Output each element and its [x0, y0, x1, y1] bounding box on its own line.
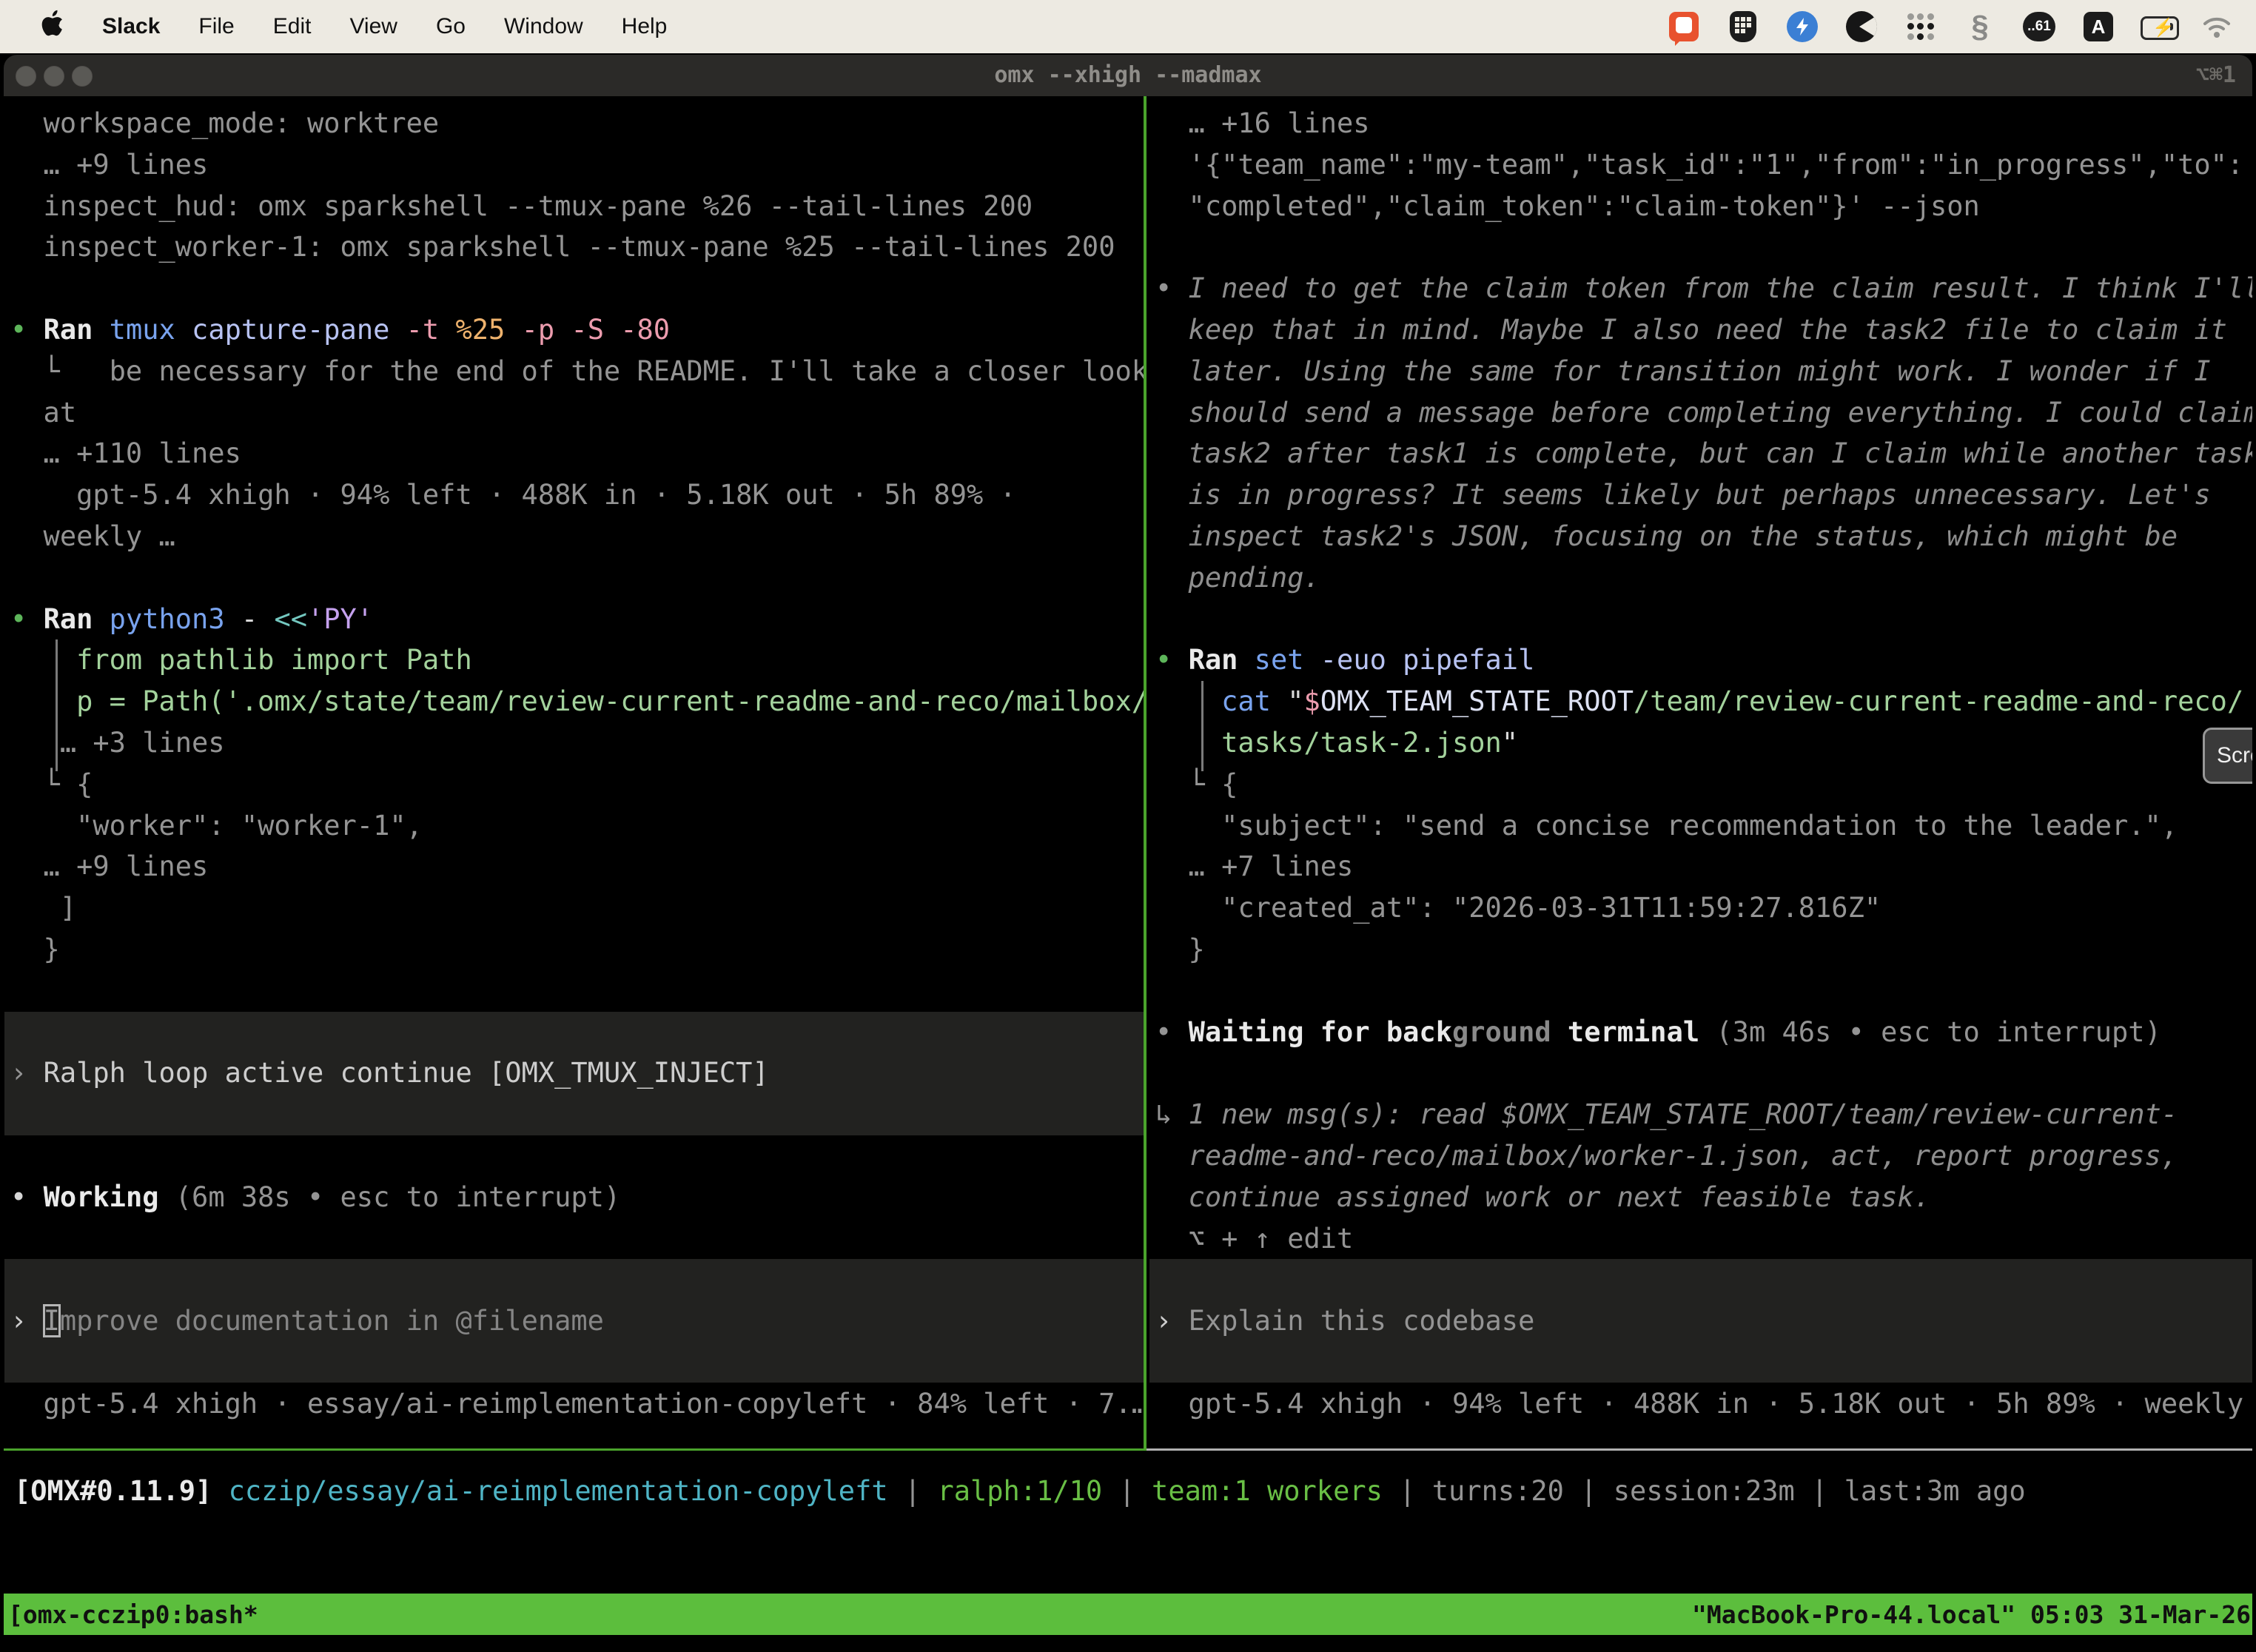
terminal-line: • Ran set -euo pipefail: [1155, 639, 2252, 681]
window-shortcut-badge: ⌥⌘1: [2196, 55, 2236, 96]
terminal-line: • I need to get the claim token from the…: [1155, 268, 2252, 309]
terminal-line: [10, 557, 1144, 599]
terminal-line: pending.: [1155, 557, 2252, 599]
desktop: { "menu_bar": { "items": ["Slack", "File…: [0, 0, 2256, 1652]
terminal-line: task2 after task1 is complete, but can I…: [1155, 433, 2252, 474]
terminal-line: [10, 970, 1144, 1012]
terminal-line: … +9 lines: [10, 144, 1144, 186]
terminal-line: tasks/task-2.json": [1155, 722, 2252, 764]
menu-item-app[interactable]: Slack: [102, 14, 160, 39]
tmux-pane-left[interactable]: workspace_mode: worktree … +9 lines insp…: [4, 103, 1144, 1425]
menu-bar-status-icons: § ..61 A ⚡: [1667, 10, 2256, 44]
pane-bottom-border-left: [4, 1448, 1147, 1451]
omx-status-line: [OMX#0.11.9] cczip/essay/ai-reimplementa…: [14, 1471, 2235, 1512]
terminal-line: • Ran python3 - <<'PY': [10, 599, 1144, 640]
pane-bottom-border-right: [1147, 1448, 2252, 1451]
terminal-line: "subject": "send a concise recommendatio…: [1155, 805, 2252, 847]
terminal-line: ⌥ + ↑ edit: [1155, 1218, 2252, 1260]
terminal-line: … +3 lines: [10, 722, 1144, 764]
tmux-host-clock: "MacBook-Pro-44.local" 05:03 31-Mar-26: [1692, 1600, 2252, 1629]
window-title: omx --xhigh --madmax: [4, 55, 2252, 96]
window-title-bar: omx --xhigh --madmax ⌥⌘1: [4, 55, 2252, 96]
terminal-line: • Ran tmux capture-pane -t %25 -p -S -80: [10, 309, 1144, 351]
terminal-line: is in progress? It seems likely but perh…: [1155, 474, 2252, 516]
app-grid-icon[interactable]: [1904, 10, 1938, 44]
terminal-line: ]: [10, 887, 1144, 929]
terminal-line: [1155, 970, 2252, 1012]
terminal-line: … +9 lines: [10, 846, 1144, 887]
terminal-line: [OMX#0.11.9] cczip/essay/ai-reimplementa…: [14, 1471, 2235, 1512]
terminal-line: … +7 lines: [1155, 846, 2252, 887]
battery-icon[interactable]: ⚡: [2141, 10, 2175, 44]
menu-item-edit[interactable]: Edit: [273, 14, 312, 39]
terminal-line: [10, 1342, 1144, 1383]
terminal-line: from pathlib import Path: [10, 639, 1144, 681]
terminal-line: gpt-5.4 xhigh · 94% left · 488K in · 5.1…: [10, 474, 1144, 516]
terminal-line: }: [1155, 929, 2252, 970]
terminal-line: [1155, 226, 2252, 268]
terminal-window: omx --xhigh --madmax ⌥⌘1 workspace_mode:…: [4, 55, 2252, 1652]
menu-item-help[interactable]: Help: [622, 14, 668, 39]
terminal-line: [10, 1094, 1144, 1135]
terminal-line: readme-and-reco/mailbox/worker-1.json, a…: [1155, 1135, 2252, 1177]
terminal-line: [10, 1135, 1144, 1177]
terminal-line: └ {: [1155, 764, 2252, 805]
terminal-line: [1155, 1052, 2252, 1094]
pane-divider[interactable]: [1144, 96, 1147, 1448]
terminal-line: [1155, 1259, 2252, 1300]
terminal-line: "completed","claim_token":"claim-token"}…: [1155, 186, 2252, 227]
terminal-line: [10, 1259, 1144, 1300]
terminal-line: continue assigned work or next feasible …: [1155, 1177, 2252, 1218]
terminal-line: "worker": "worker-1",: [10, 805, 1144, 847]
terminal-line: [10, 1012, 1144, 1053]
terminal-line: weekly …: [10, 516, 1144, 557]
browser-icon[interactable]: [1844, 10, 1879, 44]
terminal-line: "created_at": "2026-03-31T11:59:27.816Z": [1155, 887, 2252, 929]
terminal-line: › Ralph loop active continue [OMX_TMUX_I…: [10, 1052, 1144, 1094]
terminal-line: '{"team_name":"my-team","task_id":"1","f…: [1155, 144, 2252, 186]
chat-app-icon[interactable]: [1667, 10, 1701, 44]
vpn-squiggle-icon[interactable]: §: [1963, 10, 1997, 44]
terminal-line: later. Using the same for transition mig…: [1155, 351, 2252, 392]
terminal-line: inspect task2's JSON, focusing on the st…: [1155, 516, 2252, 557]
terminal-line: gpt-5.4 xhigh · 94% left · 488K in · 5.1…: [1155, 1383, 2252, 1425]
count-badge-icon[interactable]: ..61: [2022, 10, 2056, 44]
menu-item-file[interactable]: File: [198, 14, 234, 39]
terminal-line: p = Path('.omx/state/team/review-current…: [10, 681, 1144, 722]
terminal-line: • Waiting for background terminal (3m 46…: [1155, 1012, 2252, 1053]
terminal-line: should send a message before completing …: [1155, 392, 2252, 434]
terminal-line: › Explain this codebase: [1155, 1300, 2252, 1342]
terminal-line: workspace_mode: worktree: [10, 103, 1144, 144]
terminal-line: … +110 lines: [10, 433, 1144, 474]
terminal-line: › Improve documentation in @filename: [10, 1300, 1144, 1342]
stats-icon[interactable]: [1785, 10, 1819, 44]
terminal-line: at: [10, 392, 1144, 434]
terminal-line: inspect_hud: omx sparkshell --tmux-pane …: [10, 186, 1144, 227]
terminal-line: └ be necessary for the end of the README…: [10, 351, 1144, 392]
password-manager-icon[interactable]: [1726, 10, 1760, 44]
input-source-icon[interactable]: A: [2081, 10, 2115, 44]
terminal-line: gpt-5.4 xhigh · essay/ai-reimplementatio…: [10, 1383, 1144, 1425]
terminal-line: keep that in mind. Maybe I also need the…: [1155, 309, 2252, 351]
tmux-pane-right[interactable]: … +16 lines '{"team_name":"my-team","tas…: [1149, 103, 2252, 1425]
tmux-session-label: [omx-cczip0:bash*: [4, 1600, 258, 1629]
tmux-status-bar: [omx-cczip0:bash* "MacBook-Pro-44.local"…: [4, 1594, 2252, 1635]
menu-bar: Slack File Edit View Go Window Help § ..…: [0, 0, 2256, 53]
terminal-line: }: [10, 929, 1144, 970]
terminal-line: [10, 1218, 1144, 1260]
terminal-line: ↳ 1 new msg(s): read $OMX_TEAM_STATE_ROO…: [1155, 1094, 2252, 1135]
terminal-line: … +16 lines: [1155, 103, 2252, 144]
terminal-line: • Working (6m 38s • esc to interrupt): [10, 1177, 1144, 1218]
menu-item-view[interactable]: View: [349, 14, 397, 39]
terminal-line: cat "$OMX_TEAM_STATE_ROOT/team/review-cu…: [1155, 681, 2252, 722]
terminal-line: [1155, 599, 2252, 640]
terminal-line: └ {: [10, 764, 1144, 805]
terminal-line: inspect_worker-1: omx sparkshell --tmux-…: [10, 226, 1144, 268]
apple-menu-icon[interactable]: [40, 10, 64, 44]
terminal-line: [1155, 1342, 2252, 1383]
menu-item-window[interactable]: Window: [504, 14, 583, 39]
wifi-icon[interactable]: [2200, 10, 2234, 44]
terminal-line: [10, 268, 1144, 309]
menu-item-go[interactable]: Go: [436, 14, 466, 39]
